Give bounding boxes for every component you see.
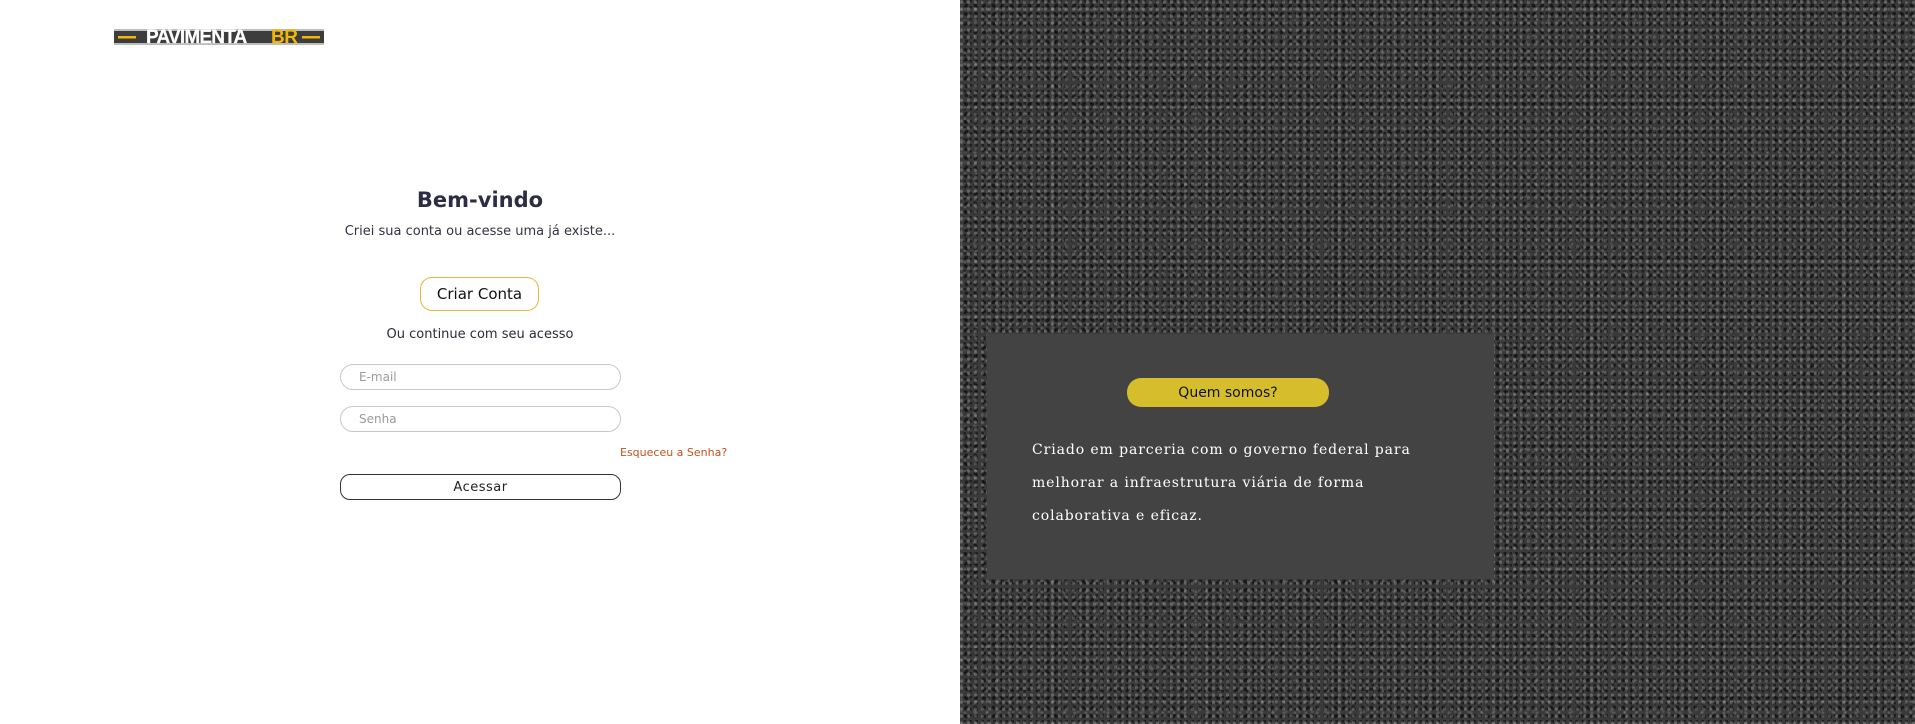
- about-description: Criado em parceria com o governo federal…: [1032, 442, 1411, 524]
- create-account-button[interactable]: Criar Conta: [420, 277, 539, 311]
- about-card: Quem somos? Criado em parceria com o gov…: [987, 334, 1494, 579]
- email-field[interactable]: [340, 364, 621, 390]
- welcome-subtitle: Criei sua conta ou acesse uma já existe.…: [344, 224, 616, 239]
- welcome-title: Bem-vindo: [416, 188, 544, 212]
- logo-text-main: PAVIMENTA: [146, 27, 248, 48]
- forgot-password-link[interactable]: Esqueceu a Senha?: [620, 446, 727, 459]
- logo-text-accent: BR: [271, 27, 298, 48]
- about-us-button[interactable]: Quem somos?: [1127, 378, 1329, 407]
- login-button[interactable]: Acessar: [340, 474, 621, 500]
- password-field[interactable]: [340, 406, 621, 432]
- logo-road-icon: PAVIMENTA BR: [114, 27, 324, 48]
- pavimentabr-logo[interactable]: PAVIMENTA BR: [114, 25, 324, 49]
- login-panel: PAVIMENTA BR Bem-vindo Criei sua conta o…: [0, 0, 960, 724]
- continue-text: Ou continue com seu acesso: [386, 327, 574, 342]
